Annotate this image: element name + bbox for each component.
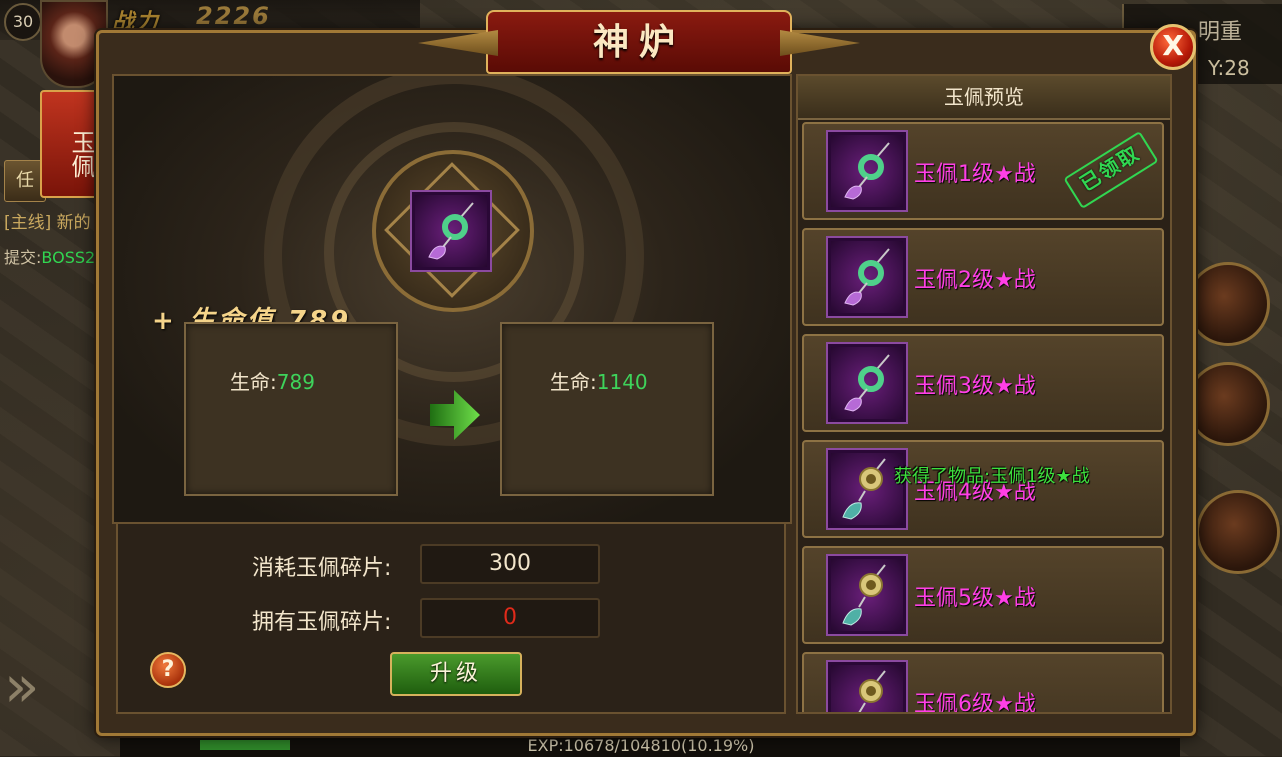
preview-item-name: 玉佩2级★战 — [914, 268, 1036, 293]
current-stat-box: 生命:789 — [184, 322, 398, 496]
current-stat-value: 789 — [276, 370, 315, 394]
cost-label: 消耗玉佩碎片: — [252, 556, 392, 581]
quest-submit-target: BOSS2 — [41, 248, 96, 267]
quest-submit-label: 提交: — [4, 248, 42, 267]
current-stat-label: 生命: — [230, 370, 277, 394]
next-stat-label: 生命: — [550, 370, 597, 394]
help-button[interactable]: ? — [150, 652, 186, 688]
jade-pendant-green-icon — [428, 202, 474, 260]
map-name: 明重 — [1198, 20, 1243, 45]
current-stat: 生命:789 — [230, 366, 315, 395]
player-level: 30 — [4, 3, 42, 41]
upgrade-button[interactable]: 升级 — [390, 652, 522, 696]
preview-item[interactable]: 玉佩4级★战 — [802, 440, 1164, 538]
power-value: 2226 — [196, 2, 271, 30]
current-pendant-slot[interactable] — [410, 190, 492, 272]
preview-item-slot — [826, 236, 908, 318]
owned-value: 0 — [420, 598, 600, 638]
cost-value: 300 — [420, 544, 600, 584]
preview-item-name: 玉佩6级★战 — [914, 692, 1036, 714]
preview-item-slot — [826, 554, 908, 636]
preview-item-slot — [826, 342, 908, 424]
jade-pendant-green-icon — [844, 354, 890, 412]
next-stat-value: 1140 — [596, 370, 648, 394]
map-coord: Y:28 — [1208, 56, 1250, 80]
preview-item-name: 玉佩5级★战 — [914, 586, 1036, 611]
dialog-title-plate: 神炉 — [418, 10, 792, 74]
preview-item-name: 玉佩3级★战 — [914, 374, 1036, 399]
next-stat-box: 生命:1140 — [500, 322, 714, 496]
exp-text: EXP:10678/104810(10.19%) — [527, 736, 755, 755]
skill-orb-2[interactable] — [1186, 362, 1270, 446]
preview-item[interactable]: 玉佩5级★战 — [802, 546, 1164, 644]
preview-item[interactable]: 玉佩2级★战 — [802, 228, 1164, 326]
dialog-title: 神炉 — [592, 21, 685, 63]
jade-pendant-green-icon — [844, 248, 890, 306]
close-button[interactable]: X — [1150, 24, 1196, 70]
jade-pendant-gold-icon — [858, 670, 886, 712]
jade-pendant-gold-icon — [842, 458, 886, 520]
next-stat: 生命:1140 — [550, 366, 648, 395]
jade-pendant-green-icon — [844, 142, 890, 200]
expand-arrow-icon[interactable]: » — [4, 646, 52, 726]
quest-line[interactable]: [主线] 新的 — [4, 208, 91, 233]
skill-orb-1[interactable] — [1186, 262, 1270, 346]
quest-submit[interactable]: 提交:BOSS2 — [4, 244, 95, 268]
preview-item[interactable]: 玉佩6级★战 — [802, 652, 1164, 714]
skill-orb-3[interactable] — [1196, 490, 1280, 574]
upgrade-arrow-icon — [430, 390, 480, 440]
jade-pendant-tab[interactable]: 玉佩 — [40, 90, 98, 198]
claimed-stamp: 已领取 — [1063, 130, 1159, 210]
preview-item[interactable]: 玉佩3级★战 — [802, 334, 1164, 432]
jade-pendant-gold-icon — [842, 564, 886, 626]
preview-header: 玉佩预览 — [798, 76, 1170, 120]
pendant-preview-panel[interactable]: 玉佩预览 玉佩1级★战 已领取 玉佩2级★战 玉佩3级★战 玉佩4级★战 玉佩5… — [796, 74, 1172, 714]
preview-item-slot — [826, 660, 908, 712]
owned-label: 拥有玉佩碎片: — [252, 610, 392, 635]
preview-item-slot — [826, 130, 908, 212]
item-obtained-toast: 获得了物品:玉佩1级★战 — [894, 466, 1090, 487]
preview-item-name: 玉佩1级★战 — [914, 162, 1036, 187]
preview-item[interactable]: 玉佩1级★战 已领取 — [802, 122, 1164, 220]
